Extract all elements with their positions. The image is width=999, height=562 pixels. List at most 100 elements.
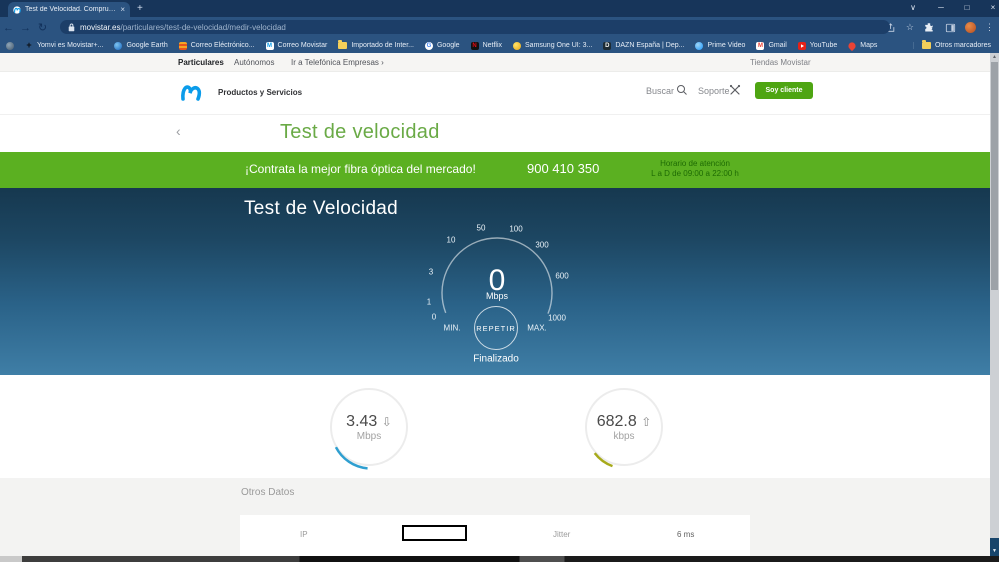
browser-toolbar: ← → ↻ movistar.es/particulares/test-de-v… [0, 17, 999, 38]
other-data-section: Otros Datos IP Jitter 6 ms [0, 478, 990, 556]
tab-title: Test de Velocidad. Comprueba la [25, 6, 116, 13]
dazn-icon: D [603, 42, 611, 50]
bookmark-google[interactable]: GGoogle [425, 42, 460, 50]
bookmark-importado[interactable]: Importado de Inter... [338, 42, 414, 49]
browser-tab[interactable]: Test de Velocidad. Comprueba la × [8, 2, 130, 17]
tab-close-icon[interactable]: × [120, 6, 125, 14]
site-nav: Particulares Autónomos Ir a Telefónica E… [0, 53, 990, 72]
scrollbar-bottom: ▼ [990, 538, 999, 556]
forward-icon[interactable]: → [17, 22, 34, 34]
gauge-status: Finalizado [473, 354, 519, 365]
gauge-tick: 600 [555, 272, 568, 281]
search-label[interactable]: Buscar [646, 86, 674, 96]
search-icon[interactable] [676, 84, 688, 96]
download-result-circle: 3.43 ⇩ Mbps [330, 388, 408, 466]
bookmark-youtube[interactable]: YouTube [798, 42, 838, 50]
speedtest-hero: Test de Velocidad 0 1 3 10 50 100 300 60… [0, 188, 990, 375]
vertical-scrollbar[interactable]: ▲ ▼ [990, 53, 999, 556]
brand-products-services[interactable]: Productos y Servicios [218, 88, 302, 97]
nav-autonomos[interactable]: Autónomos [234, 58, 274, 67]
site-header: Productos y Servicios Buscar Soporte Soy… [0, 72, 990, 115]
bookmark-yomvi[interactable]: +Yomvi es Movistar+... [25, 42, 103, 50]
other-bookmarks[interactable]: Otros marcadores [913, 42, 991, 49]
other-data-heading: Otros Datos [241, 487, 294, 498]
speedtest-title: Test de Velocidad [244, 198, 398, 220]
gauge-tick: 300 [535, 241, 548, 250]
prime-video-icon [695, 42, 703, 50]
bookmarks-bar: +Yomvi es Movistar+... Google Earth Corr… [0, 38, 999, 53]
banner-schedule: Horario de atención L a D de 09:00 a 22:… [640, 159, 750, 179]
page-content: Particulares Autónomos Ir a Telefónica E… [0, 53, 990, 556]
bookmark-correo-electronico[interactable]: Correo Eléctrónico... [179, 42, 255, 50]
bookmark-globe[interactable] [6, 42, 14, 50]
tab-search-icon[interactable]: ∨ [900, 0, 926, 15]
bookmark-correo-movistar[interactable]: MCorreo Movistar [266, 42, 328, 50]
movistar-m-icon: M [266, 42, 274, 50]
gauge-min-label: MIN. [444, 324, 461, 333]
youtube-icon [798, 42, 806, 50]
window-maximize-button[interactable]: □ [954, 0, 980, 15]
lock-icon [68, 23, 75, 32]
window-close-button[interactable]: × [980, 0, 999, 15]
soy-cliente-button[interactable]: Soy cliente [755, 82, 813, 99]
new-tab-button[interactable]: + [137, 3, 143, 14]
movistar-favicon [13, 6, 21, 14]
gauge-tick: 100 [509, 225, 522, 234]
gauge-tick: 10 [447, 236, 456, 245]
browser-menu-icon[interactable]: ⋮ [985, 22, 994, 33]
back-chevron-icon[interactable]: ‹ [176, 123, 181, 139]
window-minimize-button[interactable]: ─ [928, 0, 954, 15]
reload-icon[interactable]: ↻ [34, 21, 51, 34]
scrollbar-thumb[interactable] [991, 62, 998, 290]
tools-icon[interactable] [729, 84, 741, 96]
ip-value-redacted [402, 525, 467, 541]
bookmark-google-earth[interactable]: Google Earth [114, 42, 167, 50]
page-title: Test de velocidad [280, 121, 440, 144]
support-label[interactable]: Soporte [698, 86, 730, 96]
side-panel-icon[interactable] [945, 23, 956, 33]
scroll-down-icon[interactable]: ▼ [990, 548, 999, 554]
repetir-button[interactable]: REPETIR [474, 306, 518, 350]
jitter-label: Jitter [553, 530, 570, 539]
upload-result-circle: 682.8 ⇧ kbps [585, 388, 663, 466]
gauge-tick: 0 [432, 313, 436, 322]
browser-chrome: Test de Velocidad. Comprueba la × + ∨ ─ … [0, 0, 999, 53]
movistar-logo[interactable] [178, 80, 202, 104]
extensions-puzzle-icon[interactable] [924, 22, 935, 33]
nav-empresas[interactable]: Ir a Telefónica Empresas › [291, 58, 384, 67]
gmail-icon: M [756, 42, 764, 50]
nav-particulares[interactable]: Particulares [178, 58, 224, 67]
folder-icon [338, 42, 347, 49]
ip-label: IP [300, 530, 308, 539]
gauge-max-label: MAX. [527, 324, 547, 333]
google-g-icon: G [425, 42, 433, 50]
address-bar[interactable]: movistar.es/particulares/test-de-velocid… [60, 20, 890, 34]
page-heading-bar: ‹ Test de velocidad [0, 115, 990, 152]
bookmark-star-icon[interactable]: ☆ [906, 22, 914, 33]
maps-pin-icon [847, 40, 857, 50]
gauge-tick: 1000 [548, 314, 566, 323]
samsung-one-ui-icon [513, 42, 521, 50]
bookmark-netflix[interactable]: NNetflix [471, 42, 502, 50]
bookmark-maps[interactable]: Maps [848, 42, 877, 50]
gauge-unit: Mbps [486, 291, 508, 301]
taskbar-sliver[interactable] [0, 556, 999, 562]
bookmark-gmail[interactable]: MGmail [756, 42, 786, 50]
google-earth-icon [114, 42, 122, 50]
back-icon[interactable]: ← [0, 22, 17, 34]
tab-strip: Test de Velocidad. Comprueba la × + ∨ ─ … [0, 0, 999, 17]
scroll-up-icon[interactable]: ▲ [990, 54, 999, 60]
results-section: 3.43 ⇩ Mbps 682.8 ⇧ kbps [0, 375, 990, 478]
gauge-tick: 50 [477, 224, 486, 233]
download-arc [330, 388, 412, 470]
mail-stripes-icon [179, 42, 187, 50]
bookmark-prime-video[interactable]: Prime Video [695, 42, 745, 50]
bookmark-dazn[interactable]: DDAZN España | Dep... [603, 42, 684, 50]
other-data-card: IP Jitter 6 ms [240, 515, 750, 556]
bookmark-samsung[interactable]: Samsung One UI: 3... [513, 42, 592, 50]
promo-banner[interactable]: ¡Contrata la mejor fibra óptica del merc… [0, 152, 990, 188]
nav-tiendas-movistar[interactable]: Tiendas Movistar [750, 58, 811, 67]
profile-avatar[interactable] [965, 22, 976, 33]
url-text: movistar.es/particulares/test-de-velocid… [80, 23, 286, 32]
banner-phone[interactable]: 900 410 350 [527, 161, 599, 176]
